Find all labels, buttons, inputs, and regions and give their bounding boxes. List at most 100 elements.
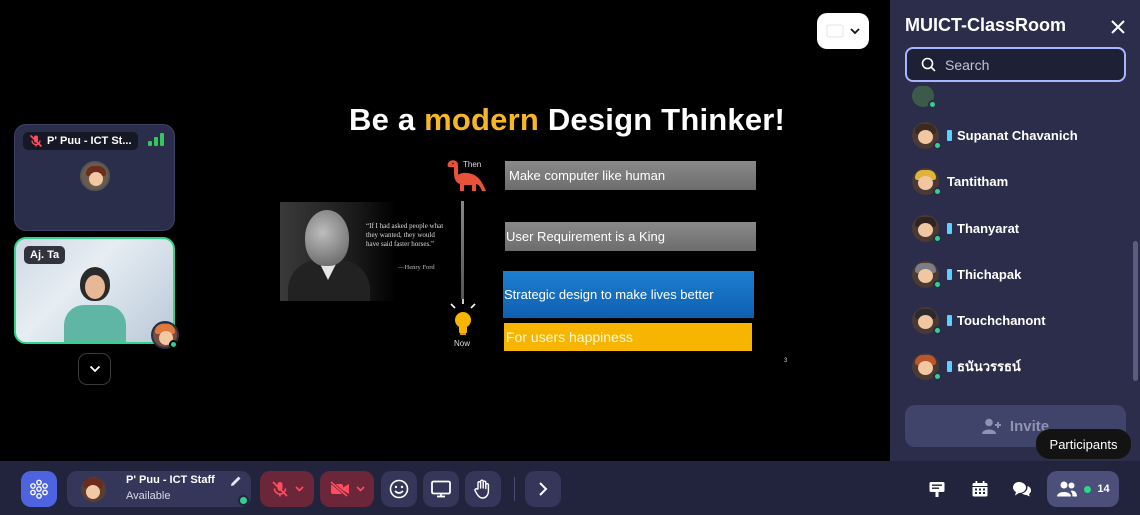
add-user-icon: [981, 418, 1001, 434]
participant-video-tile[interactable]: Aj. Ta: [14, 237, 175, 344]
calendar-button[interactable]: [962, 471, 998, 507]
slide-title: Be a modern Design Thinker!: [349, 102, 785, 138]
toolbar-divider: [514, 477, 515, 501]
layout-icon: [826, 24, 844, 38]
slide-title-part: Be a: [349, 102, 425, 137]
list-item[interactable]: Thichapak: [912, 256, 1021, 292]
avatar: [912, 306, 942, 335]
webcam-video: [64, 267, 126, 342]
avatar: [81, 477, 106, 502]
pencil-icon[interactable]: [230, 475, 242, 487]
tile-participant-name: P' Puu - ICT St...: [47, 135, 132, 147]
timeline-arrow: [461, 201, 464, 299]
room-title: MUICT-ClassRoom: [905, 15, 1067, 35]
list-item[interactable]: Tantitham: [912, 163, 1008, 199]
avatar: [912, 260, 942, 289]
slide-box: User Requirement is a King: [505, 222, 756, 251]
notes-button[interactable]: [919, 471, 955, 507]
search-icon: [921, 57, 936, 72]
slide-title-part: Design Thinker!: [539, 102, 786, 137]
mic-toggle-button[interactable]: [260, 471, 314, 507]
chevron-down-icon: [89, 365, 100, 373]
slide-box: Make computer like human: [505, 161, 756, 190]
online-status-dot: [169, 340, 178, 349]
apps-icon: [30, 479, 48, 499]
monitor-icon: [431, 480, 451, 498]
device-badge-icon: [947, 268, 952, 280]
list-item[interactable]: ธนันวรรธน์: [912, 348, 1021, 384]
search-box[interactable]: [905, 47, 1126, 82]
lightbulb-icon: [450, 299, 476, 335]
slide-box: For users happiness: [504, 323, 752, 351]
list-item[interactable]: Thanyarat: [912, 210, 1019, 246]
close-icon: [1111, 20, 1125, 34]
participant-name: Thanyarat: [957, 220, 1020, 236]
screen-share-button[interactable]: [423, 471, 459, 507]
show-more-tiles-button[interactable]: [78, 353, 111, 385]
participant-name: Supanat Chavanich: [957, 127, 1078, 143]
notes-icon: [929, 482, 945, 497]
scrollbar[interactable]: [1133, 241, 1138, 381]
calendar-icon: [972, 481, 988, 497]
search-input[interactable]: [945, 56, 1115, 73]
people-icon: [1057, 481, 1078, 497]
slide-page-number: 3: [784, 358, 788, 364]
slide-box: Strategic design to make lives better: [503, 271, 754, 318]
list-item[interactable]: [912, 86, 937, 114]
chat-icon: [1013, 482, 1031, 497]
tile-participant-name: Aj. Ta: [30, 249, 60, 261]
participants-tooltip: Participants: [1036, 429, 1131, 459]
raise-hand-button[interactable]: [465, 471, 501, 507]
avatar: [80, 161, 110, 191]
now-label: Now: [454, 339, 471, 348]
meeting-app: P' Puu - ICT St... Aj. Ta Be a modern De…: [0, 0, 1140, 515]
self-status: Available: [126, 490, 171, 502]
presentation-stage: P' Puu - ICT St... Aj. Ta Be a modern De…: [0, 0, 890, 461]
signal-strength-icon: [148, 133, 164, 146]
mic-off-icon: [29, 134, 43, 148]
participant-name: Touchchanont: [957, 312, 1046, 328]
avatar: [912, 214, 942, 243]
tile-name-tag: Aj. Ta: [24, 246, 66, 264]
self-name: P' Puu - ICT Staff: [126, 474, 215, 486]
chevron-down-icon: [294, 486, 304, 492]
chat-button[interactable]: [1004, 471, 1040, 507]
tile-name-tag: P' Puu - ICT St...: [23, 132, 138, 150]
participants-panel: MUICT-ClassRoom Supanat Chavanich Tantit…: [890, 0, 1140, 461]
camera-off-icon: [329, 481, 349, 497]
device-badge-icon: [947, 222, 952, 234]
device-badge-icon: [947, 314, 952, 326]
device-badge-icon: [947, 360, 952, 372]
chevron-right-icon: [539, 482, 548, 496]
list-item[interactable]: Touchchanont: [912, 302, 1046, 338]
online-status-dot: [1084, 485, 1092, 493]
more-options-button[interactable]: [525, 471, 561, 507]
smiley-icon: [389, 479, 409, 499]
close-panel-button[interactable]: [1108, 17, 1128, 37]
participant-name: Thichapak: [957, 266, 1022, 282]
camera-toggle-button[interactable]: [320, 471, 374, 507]
chevron-down-icon: [355, 486, 365, 492]
quote-author: —Henry Ford: [398, 264, 435, 271]
then-label: Then: [463, 160, 482, 169]
device-badge-icon: [947, 129, 952, 141]
apps-button[interactable]: [21, 471, 57, 507]
participant-count: 14: [1097, 483, 1110, 495]
avatar: [912, 352, 942, 381]
online-status-dot: [238, 495, 249, 506]
participant-name: Tantitham: [947, 173, 1009, 189]
participants-button[interactable]: 14: [1047, 471, 1119, 507]
participant-name: ธนันวรรธน์: [957, 358, 1021, 374]
layout-toggle-button[interactable]: [817, 13, 869, 49]
reactions-button[interactable]: [381, 471, 417, 507]
henry-ford-quote-image: “If I had asked people what they wanted,…: [280, 202, 446, 301]
list-item[interactable]: Supanat Chavanich: [912, 117, 1078, 153]
participant-list: Supanat Chavanich Tantitham Thanyarat Th…: [890, 86, 1130, 404]
chevron-down-icon: [850, 27, 860, 34]
participant-tile[interactable]: P' Puu - ICT St...: [14, 124, 175, 231]
quote-text: “If I had asked people what they wanted,…: [366, 222, 444, 248]
avatar: [912, 121, 942, 150]
slide-title-highlight: modern: [424, 102, 539, 137]
self-status-card[interactable]: P' Puu - ICT Staff Available: [67, 471, 251, 507]
avatar: [912, 167, 942, 196]
